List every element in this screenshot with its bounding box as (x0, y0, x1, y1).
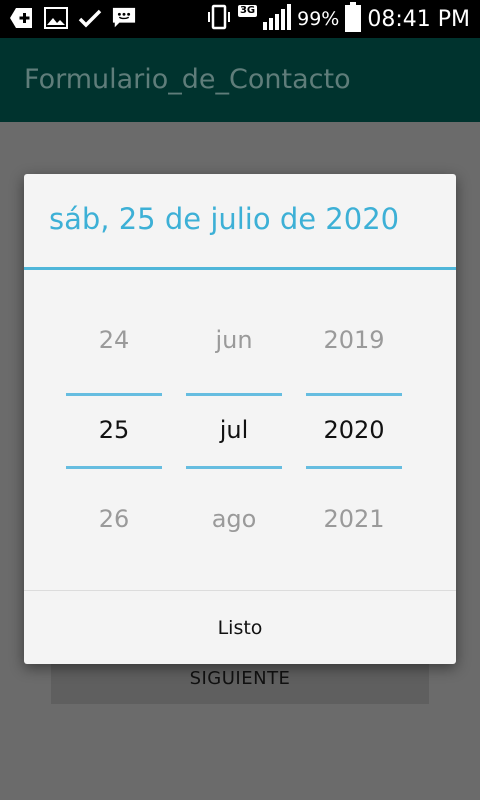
month-picker[interactable]: jun jul ago (186, 270, 282, 588)
status-bar: 3G 99% 08:41 PM (0, 0, 480, 38)
day-picker[interactable]: 24 25 26 (66, 270, 162, 588)
app-title: Formulario_de_Contacto (24, 64, 351, 95)
month-divider-bottom (186, 466, 282, 469)
dialog-footer: Listo (24, 590, 456, 664)
year-next[interactable]: 2021 (306, 505, 402, 533)
image-icon (44, 6, 68, 30)
notification-icons (10, 6, 136, 30)
done-button[interactable]: Listo (24, 591, 456, 664)
day-divider-bottom (66, 466, 162, 469)
vibrate-icon (206, 3, 232, 35)
message-icon (112, 6, 136, 30)
day-prev[interactable]: 24 (66, 326, 162, 354)
month-selected[interactable]: jul (186, 416, 282, 444)
app-bar: Formulario_de_Contacto (0, 38, 480, 122)
year-divider-bottom (306, 466, 402, 469)
date-picker-dialog: sáb, 25 de julio de 2020 24 25 26 jun ju… (24, 174, 456, 664)
dialog-header: sáb, 25 de julio de 2020 (24, 174, 456, 270)
battery-percent: 99% (297, 8, 340, 30)
medical-app-icon (10, 6, 34, 30)
battery-icon (345, 2, 362, 36)
day-next[interactable]: 26 (66, 505, 162, 533)
month-divider-top (186, 393, 282, 396)
signal-icon (263, 4, 292, 34)
year-prev[interactable]: 2019 (306, 326, 402, 354)
year-selected[interactable]: 2020 (306, 416, 402, 444)
system-icons: 3G 99% 08:41 PM (206, 0, 470, 38)
check-icon (78, 6, 102, 30)
year-divider-top (306, 393, 402, 396)
network-type-badge: 3G (237, 5, 258, 17)
day-selected[interactable]: 25 (66, 416, 162, 444)
selected-date-title: sáb, 25 de julio de 2020 (49, 202, 400, 236)
year-picker[interactable]: 2019 2020 2021 (306, 270, 402, 588)
day-divider-top (66, 393, 162, 396)
clock: 08:41 PM (367, 6, 470, 32)
month-next[interactable]: ago (186, 505, 282, 533)
month-prev[interactable]: jun (186, 326, 282, 354)
